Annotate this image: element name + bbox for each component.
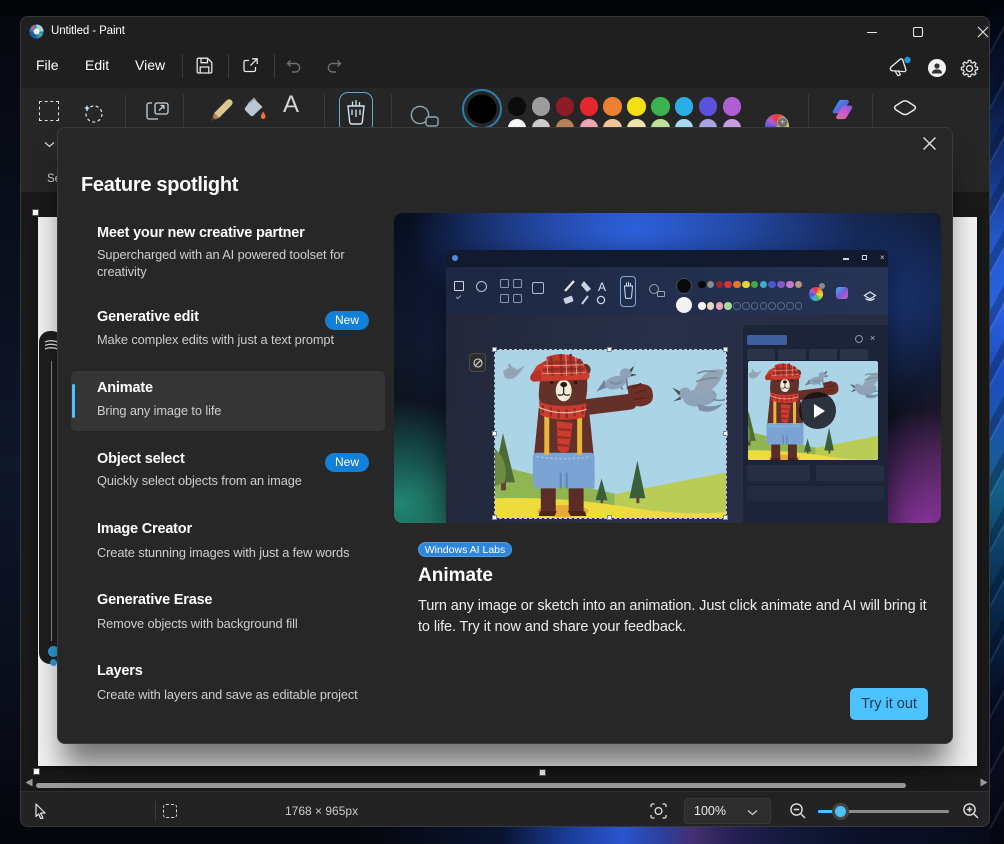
svg-text:A: A (598, 280, 606, 294)
